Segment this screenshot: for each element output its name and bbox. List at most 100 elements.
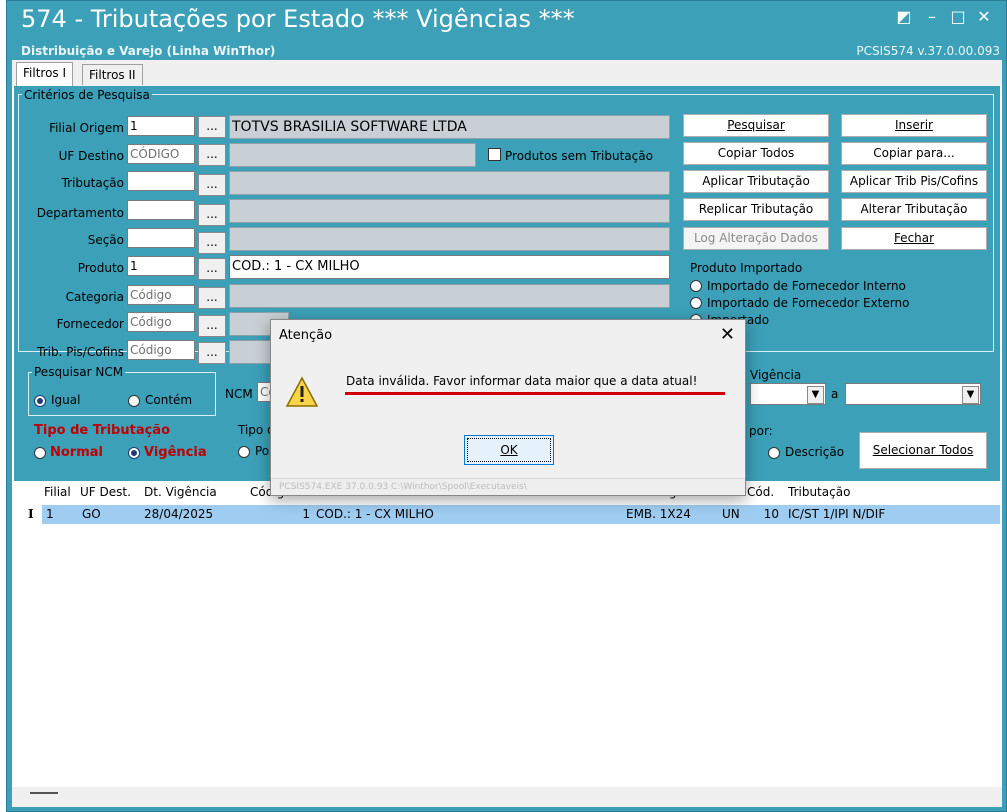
- fornecedor-lookup-button[interactable]: ...: [198, 315, 226, 337]
- secao-input[interactable]: [127, 228, 195, 248]
- cell-dt: 28/04/2025: [144, 507, 214, 521]
- status-bar: [12, 787, 1002, 807]
- dialog-close-icon[interactable]: ✕: [720, 324, 735, 345]
- tab-strip: Filtros I Filtros II: [12, 60, 1002, 87]
- version-label: PCSIS574 v.37.0.00.093: [856, 44, 1000, 58]
- produto-desc: COD.: 1 - CX MILHO: [229, 255, 670, 279]
- maximize-icon[interactable]: □: [947, 7, 969, 27]
- tipo-vigencia-radio[interactable]: [128, 447, 140, 459]
- ncm-contem-label: Contém: [145, 393, 193, 407]
- alert-dialog: Atenção ✕ Data inválida. Favor informar …: [270, 319, 746, 496]
- ncm-group-label: Pesquisar NCM: [32, 365, 126, 379]
- cell-tributacao: IC/ST 1/IPI N/DIF: [788, 507, 886, 521]
- produto-input[interactable]: 1: [127, 256, 195, 276]
- categoria-lookup-button[interactable]: ...: [198, 287, 226, 309]
- fornecedor-label: Fornecedor: [56, 317, 124, 331]
- trib-pis-cofins-input[interactable]: Código: [127, 340, 195, 360]
- pesquisar-label: Pesquisar: [727, 118, 785, 132]
- tributacao-desc: [229, 171, 670, 195]
- vigencia-label: Vigência: [750, 368, 802, 382]
- minimize-icon[interactable]: –: [921, 7, 943, 27]
- tipo-pos-radio[interactable]: [238, 446, 250, 458]
- filial-origem-lookup-button[interactable]: ...: [198, 116, 226, 138]
- importado-externo-label: Importado de Fornecedor Externo: [707, 296, 910, 310]
- pesquisar-button[interactable]: Pesquisar: [683, 114, 829, 137]
- ncm-igual-label: Igual: [51, 393, 81, 407]
- importado-interno-radio[interactable]: [690, 280, 702, 292]
- tab-filtros-1[interactable]: Filtros I: [16, 62, 74, 87]
- fechar-label: Fechar: [893, 231, 935, 245]
- vigencia-inicio-dropdown-icon[interactable]: ▼: [807, 386, 824, 404]
- vigencia-fim-select[interactable]: [845, 383, 981, 405]
- ordenar-descricao-radio[interactable]: [768, 447, 780, 459]
- departamento-lookup-button[interactable]: ...: [198, 204, 226, 226]
- dialog-message: Data inválida. Favor informar data maior…: [346, 374, 698, 388]
- restore-icon[interactable]: ◩: [893, 7, 915, 27]
- tributacao-input[interactable]: [127, 171, 195, 191]
- departamento-input[interactable]: [127, 200, 195, 220]
- ordenar-descricao-label: Descrição: [785, 445, 845, 459]
- tipo-normal-radio[interactable]: [34, 447, 46, 459]
- selecionar-todos-button[interactable]: Selecionar Todos: [859, 432, 987, 469]
- results-grid[interactable]: Filial UF Dest. Dt. Vigência Código Prod…: [14, 481, 1000, 787]
- inserir-label: Inserir: [895, 118, 933, 132]
- categoria-input[interactable]: Código: [127, 285, 195, 305]
- ordenar-label: por:: [749, 424, 773, 438]
- secao-lookup-button[interactable]: ...: [198, 232, 226, 254]
- tipo-normal-label: Normal: [50, 445, 103, 460]
- produto-label: Produto: [77, 261, 124, 275]
- fechar-button[interactable]: Fechar: [841, 227, 987, 250]
- filial-origem-label: Filial Origem: [49, 121, 124, 135]
- produto-importado-label: Produto Importado: [690, 261, 803, 275]
- ncm-igual-radio[interactable]: [34, 395, 46, 407]
- col-cod[interactable]: Cód.: [747, 485, 774, 499]
- categoria-label: Categoria: [65, 290, 124, 304]
- trib-pis-cofins-label: Trib. Pis/Cofins: [37, 345, 124, 359]
- ncm-contem-radio[interactable]: [128, 395, 140, 407]
- importado-externo-radio[interactable]: [690, 297, 702, 309]
- ncm-label: NCM: [225, 387, 253, 401]
- window-title: 574 - Tributações por Estado *** Vigênci…: [21, 5, 575, 33]
- alterar-tributacao-button[interactable]: Alterar Tributação: [841, 198, 987, 221]
- trib-pis-cofins-lookup-button[interactable]: ...: [198, 342, 226, 364]
- vigencia-fim-dropdown-icon[interactable]: ▼: [962, 386, 979, 404]
- cell-produto: COD.: 1 - CX MILHO: [316, 507, 434, 521]
- window-subtitle: Distribuição e Varejo (Linha WinThor): [21, 44, 276, 58]
- uf-destino-input[interactable]: CÓDIGO: [127, 144, 195, 164]
- filial-origem-input[interactable]: 1: [127, 116, 195, 136]
- col-tributacao[interactable]: Tributação: [788, 485, 850, 499]
- col-dt-vigencia[interactable]: Dt. Vigência: [144, 485, 217, 499]
- cell-cod: 10: [763, 507, 779, 521]
- departamento-label: Departamento: [36, 206, 124, 220]
- criteria-group-label: Critérios de Pesquisa: [22, 88, 152, 102]
- title-bar[interactable]: 574 - Tributações por Estado *** Vigênci…: [7, 1, 1006, 59]
- copiar-todos-button[interactable]: Copiar Todos: [683, 142, 829, 165]
- close-icon[interactable]: ✕: [973, 7, 995, 27]
- tab-filtros-2[interactable]: Filtros II: [82, 64, 143, 85]
- uf-destino-label: UF Destino: [58, 149, 124, 163]
- copiar-para-button[interactable]: Copiar para...: [841, 142, 987, 165]
- aplicar-trib-pis-cofins-button[interactable]: Aplicar Trib Pis/Cofins: [841, 170, 987, 193]
- col-uf-dest[interactable]: UF Dest.: [80, 485, 131, 499]
- uf-destino-lookup-button[interactable]: ...: [198, 144, 226, 166]
- ok-button[interactable]: OK: [464, 435, 554, 465]
- filial-origem-desc: TOTVS BRASILIA SOFTWARE LTDA: [229, 115, 670, 139]
- ok-label: OK: [500, 443, 518, 457]
- fornecedor-input[interactable]: Código: [127, 312, 195, 332]
- produtos-sem-tributacao-checkbox[interactable]: [488, 148, 501, 161]
- dialog-title: Atenção: [279, 328, 333, 343]
- aplicar-tributacao-button[interactable]: Aplicar Tributação: [683, 170, 829, 193]
- log-alteracao-dados-button[interactable]: Log Alteração Dados: [683, 227, 829, 250]
- message-underline: [345, 392, 725, 395]
- produto-lookup-button[interactable]: ...: [198, 258, 226, 280]
- replicar-tributacao-button[interactable]: Replicar Tributação: [683, 198, 829, 221]
- dialog-status-text: PCSIS574.EXE 37.0.0.93 C:\Winthor\Spool\…: [271, 478, 745, 495]
- cell-embalagem: EMB. 1X24: [626, 507, 691, 521]
- tributacao-lookup-button[interactable]: ...: [198, 174, 226, 196]
- tipo-tributacao-label: Tipo de Tributação: [34, 423, 170, 438]
- selecionar-todos-label: Selecionar Todos: [872, 443, 974, 457]
- inserir-button[interactable]: Inserir: [841, 114, 987, 137]
- col-filial[interactable]: Filial: [44, 485, 71, 499]
- importado-interno-label: Importado de Fornecedor Interno: [707, 279, 906, 293]
- produtos-sem-tributacao-label: Produtos sem Tributação: [505, 149, 653, 163]
